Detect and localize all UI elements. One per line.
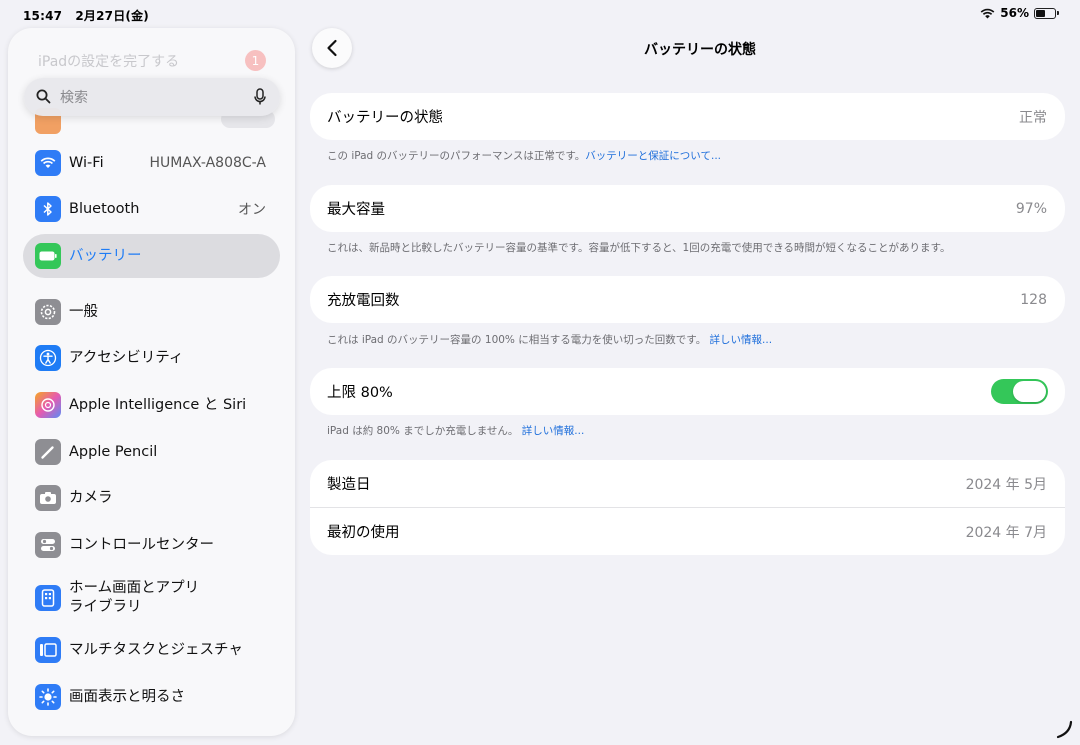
sidebar-item-label: コントロールセンター xyxy=(69,536,214,553)
cycle-learn-more-link[interactable]: 詳しい情報... xyxy=(710,334,773,346)
toggle-knob xyxy=(1013,381,1046,402)
charge-limit-row: 上限 80% xyxy=(310,368,1065,415)
search-input[interactable] xyxy=(58,86,252,110)
time-text: 15:47 xyxy=(23,9,63,23)
battery-health-row[interactable]: バッテリーの状態 正常 xyxy=(310,93,1065,140)
wifi-signal-icon xyxy=(980,8,995,18)
note-text: これは iPad のバッテリー容量の 100% に相当する電力を使い切った回数で… xyxy=(327,334,707,346)
note-text: この iPad のバッテリーのパフォーマンスは正常です。 xyxy=(327,150,586,162)
search-icon xyxy=(36,89,51,104)
sidebar-item-value: HUMAX-A808C-A xyxy=(149,155,266,171)
home-screen-icon xyxy=(35,585,61,611)
sidebar-item-camera[interactable]: カメラ xyxy=(23,476,280,520)
back-button[interactable] xyxy=(312,28,352,68)
status-time: 15:47 2月27日(金) xyxy=(23,7,149,24)
sidebar-item-accessibility[interactable]: アクセシビリティ xyxy=(23,336,280,380)
row-label: 最初の使用 xyxy=(327,525,400,541)
apple-intelligence-icon xyxy=(35,392,61,418)
date-text: 2月27日(金) xyxy=(75,9,149,23)
gear-icon xyxy=(35,299,61,325)
sidebar-item-multitasking[interactable]: マルチタスクとジェスチャ xyxy=(23,628,280,672)
resize-corner-icon[interactable] xyxy=(1054,719,1074,739)
sidebar: iPadの設定を完了する 1 Wi-Fi HUMAX-A808C-A xyxy=(8,28,295,736)
sidebar-item-home-screen[interactable]: ホーム画面とアプリ ライブラリ xyxy=(23,570,280,626)
sidebar-item-label: カメラ xyxy=(69,489,113,506)
setup-reminder[interactable]: iPadの設定を完了する xyxy=(38,51,179,71)
chevron-left-icon xyxy=(327,39,337,57)
sidebar-item-apple-intelligence[interactable]: Apple Intelligence と Siri xyxy=(23,383,280,427)
sidebar-item-label: 画面表示と明るさ xyxy=(69,688,185,705)
battery-percent: 56% xyxy=(1000,6,1029,20)
battery-icon xyxy=(35,243,61,269)
row-value: 128 xyxy=(1020,291,1047,308)
status-battery-icon xyxy=(1034,7,1059,19)
label-line-1: ホーム画面とアプリ xyxy=(69,580,200,596)
sidebar-item-label: Apple Intelligence と Siri xyxy=(69,396,247,413)
cycle-count-row: 充放電回数 128 xyxy=(310,276,1065,323)
camera-icon xyxy=(35,485,61,511)
row-value: 97% xyxy=(1015,200,1047,217)
bluetooth-icon xyxy=(35,196,61,222)
note-text: iPad は約 80% までしか充電しません。 xyxy=(327,425,519,437)
accessibility-icon xyxy=(35,345,61,371)
warranty-link[interactable]: バッテリーと保証について... xyxy=(585,150,721,162)
sidebar-item-label: Wi-Fi xyxy=(69,154,104,171)
multitasking-icon xyxy=(35,637,61,663)
battery-health-note: この iPad のバッテリーのパフォーマンスは正常です。バッテリーと保証について… xyxy=(327,148,721,163)
page-title: バッテリーの状態 xyxy=(644,42,756,58)
row-label: 上限 80% xyxy=(327,385,393,401)
microphone-icon[interactable] xyxy=(254,88,266,106)
dates-card: 製造日 2024 年 5月 最初の使用 2024 年 7月 xyxy=(310,460,1065,555)
pencil-icon xyxy=(35,439,61,465)
row-label: 充放電回数 xyxy=(327,293,400,309)
charge-limit-card: 上限 80% xyxy=(310,368,1065,415)
max-capacity-row: 最大容量 97% xyxy=(310,185,1065,232)
max-capacity-note: これは、新品時と比較したバッテリー容量の基準です。容量が低下すると、1回の充電で… xyxy=(327,242,951,254)
cycle-count-note: これは iPad のバッテリー容量の 100% に相当する電力を使い切った回数で… xyxy=(327,332,772,347)
wifi-icon xyxy=(35,150,61,176)
sidebar-item-general[interactable]: 一般 xyxy=(23,290,280,334)
max-capacity-card: 最大容量 97% xyxy=(310,185,1065,232)
sidebar-item-label: Apple Pencil xyxy=(69,443,158,460)
sidebar-item-label: ホーム画面とアプリ ライブラリ xyxy=(69,579,199,617)
brightness-icon xyxy=(35,684,61,710)
sidebar-item-bluetooth[interactable]: Bluetooth オン xyxy=(23,187,280,231)
search-bar[interactable] xyxy=(24,78,280,116)
row-label: 最大容量 xyxy=(327,202,385,218)
sidebar-item-label: マルチタスクとジェスチャ xyxy=(69,641,243,658)
row-value: 正常 xyxy=(1019,109,1047,126)
manufacture-date-row: 製造日 2024 年 5月 xyxy=(310,460,1065,507)
sidebar-item-label: バッテリー xyxy=(69,247,142,264)
row-label: バッテリーの状態 xyxy=(327,110,443,126)
label-line-2: ライブラリ xyxy=(69,599,142,615)
first-use-row: 最初の使用 2024 年 7月 xyxy=(310,507,1065,555)
status-indicators: 56% xyxy=(980,6,1059,20)
sidebar-item-wifi[interactable]: Wi-Fi HUMAX-A808C-A xyxy=(23,141,280,185)
sidebar-item-control-center[interactable]: コントロールセンター xyxy=(23,523,280,567)
sidebar-item-value: オン xyxy=(238,202,266,218)
charge-limit-toggle[interactable] xyxy=(991,379,1048,404)
control-center-icon xyxy=(35,532,61,558)
row-label: 製造日 xyxy=(327,477,371,493)
sidebar-item-battery[interactable]: バッテリー xyxy=(23,234,280,278)
charge-limit-note: iPad は約 80% までしか充電しません。 詳しい情報... xyxy=(327,423,584,438)
setup-badge: 1 xyxy=(245,50,266,71)
limit-learn-more-link[interactable]: 詳しい情報... xyxy=(522,425,585,437)
cycle-count-card: 充放電回数 128 xyxy=(310,276,1065,323)
sidebar-item-display-brightness[interactable]: 画面表示と明るさ xyxy=(23,675,280,719)
sidebar-item-label: 一般 xyxy=(69,303,98,320)
sidebar-item-label: Bluetooth xyxy=(69,200,140,217)
sidebar-item-label: アクセシビリティ xyxy=(69,349,184,366)
row-value: 2024 年 7月 xyxy=(965,524,1047,541)
sidebar-item-apple-pencil[interactable]: Apple Pencil xyxy=(23,430,280,474)
battery-health-card: バッテリーの状態 正常 xyxy=(310,93,1065,140)
row-value: 2024 年 5月 xyxy=(965,476,1047,493)
